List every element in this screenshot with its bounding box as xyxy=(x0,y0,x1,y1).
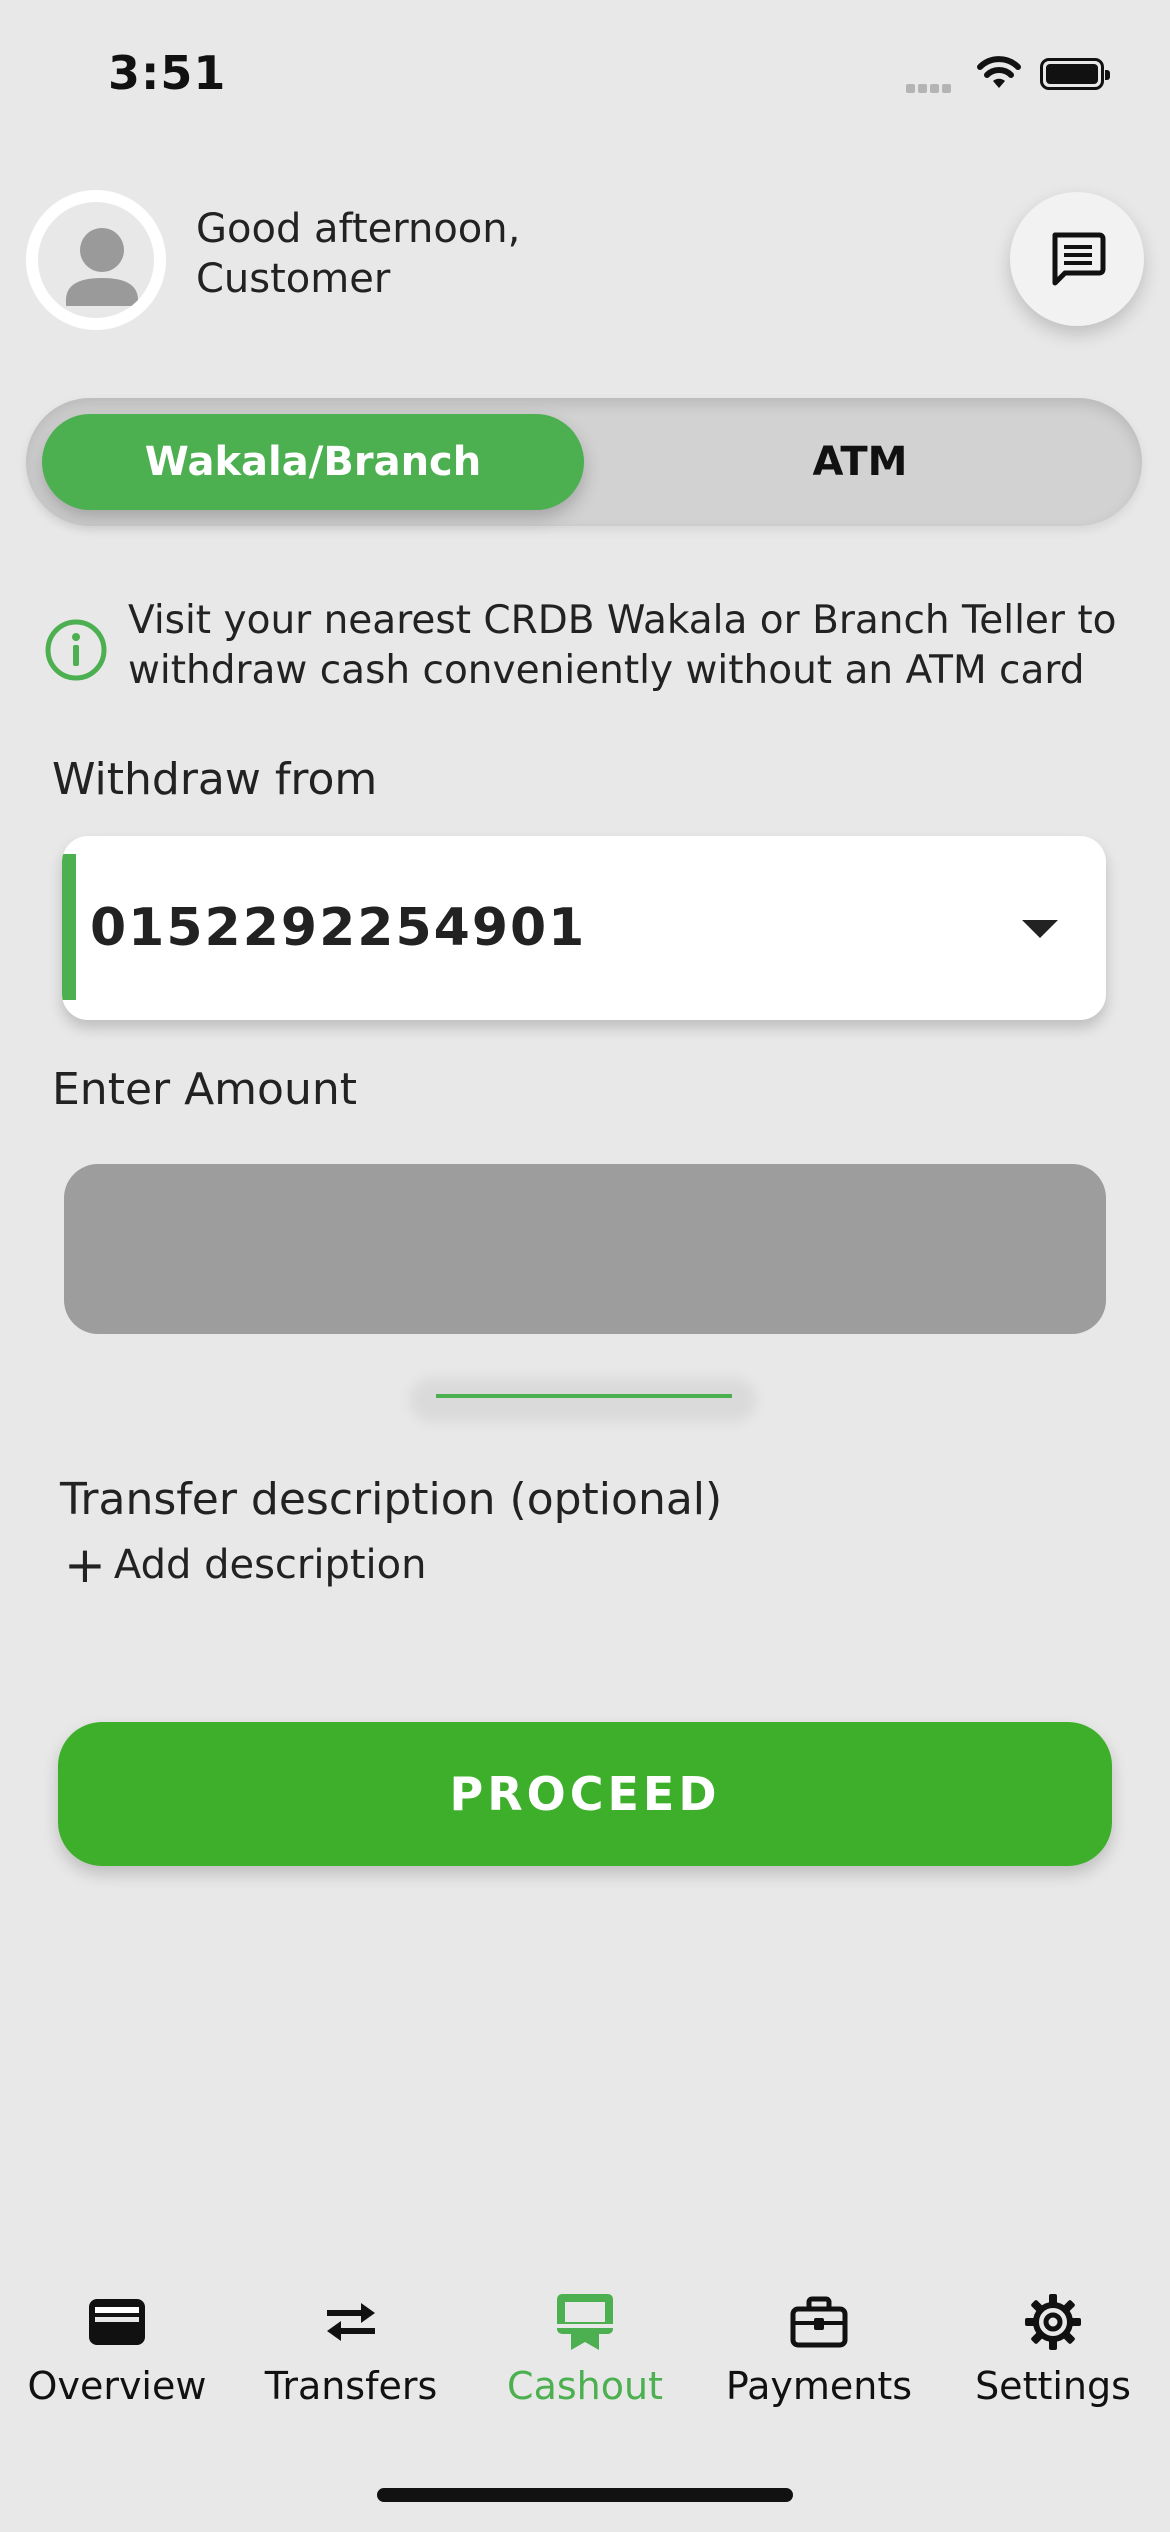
amount-input[interactable] xyxy=(64,1164,1106,1334)
plus-icon: + xyxy=(64,1536,106,1594)
withdraw-from-label: Withdraw from xyxy=(52,754,378,805)
add-description-label: Add description xyxy=(113,1542,427,1588)
greeting: Good afternoon, Customer xyxy=(196,204,520,304)
transfer-arrows-icon xyxy=(319,2290,383,2354)
nav-label-payments: Payments xyxy=(725,2364,913,2408)
bottom-navigation: Overview Transfers Cashout Payments Sett… xyxy=(0,2270,1170,2430)
user-icon xyxy=(66,228,138,306)
nav-item-overview[interactable]: Overview xyxy=(0,2270,234,2430)
wallet-icon xyxy=(85,2290,149,2354)
status-time: 3:51 xyxy=(108,46,227,100)
account-accent-bar xyxy=(62,854,76,1000)
tab-wakala-branch[interactable]: Wakala/Branch xyxy=(42,414,584,510)
enter-amount-label: Enter Amount xyxy=(52,1064,357,1115)
tab-atm[interactable]: ATM xyxy=(590,414,1130,510)
nav-label-cashout: Cashout xyxy=(507,2364,663,2408)
home-indicator xyxy=(377,2488,793,2502)
briefcase-icon xyxy=(787,2290,851,2354)
nav-item-payments[interactable]: Payments xyxy=(702,2270,936,2430)
account-number: 0152292254901 xyxy=(90,898,587,958)
chat-icon xyxy=(1052,232,1106,286)
nav-label-settings: Settings xyxy=(975,2364,1131,2408)
account-dropdown[interactable]: 0152292254901 xyxy=(62,836,1106,1020)
info-text: Visit your nearest CRDB Wakala or Branch… xyxy=(128,598,1117,693)
customer-name: Customer xyxy=(196,256,391,302)
gear-icon xyxy=(1021,2290,1085,2354)
description-label: Transfer description (optional) xyxy=(60,1474,723,1525)
greeting-line: Good afternoon, xyxy=(196,206,521,252)
amount-underline xyxy=(436,1394,732,1398)
chevron-down-icon[interactable] xyxy=(1022,920,1058,938)
nav-item-settings[interactable]: Settings xyxy=(936,2270,1170,2430)
wifi-icon xyxy=(974,52,1024,96)
nav-item-transfers[interactable]: Transfers xyxy=(234,2270,468,2430)
info-icon xyxy=(44,618,108,682)
nav-label-transfers: Transfers xyxy=(264,2364,438,2408)
avatar[interactable] xyxy=(26,190,166,330)
nav-label-overview: Overview xyxy=(27,2364,207,2408)
battery-icon xyxy=(1040,58,1110,90)
cashout-icon xyxy=(553,2290,617,2354)
chat-button[interactable] xyxy=(1010,192,1144,326)
add-description-button[interactable]: + Add description xyxy=(64,1540,426,1590)
proceed-button[interactable]: PROCEED xyxy=(58,1722,1112,1866)
amount-underline-shadow xyxy=(410,1378,756,1422)
cellular-signal-icon xyxy=(906,78,962,93)
nav-item-cashout[interactable]: Cashout xyxy=(468,2270,702,2430)
